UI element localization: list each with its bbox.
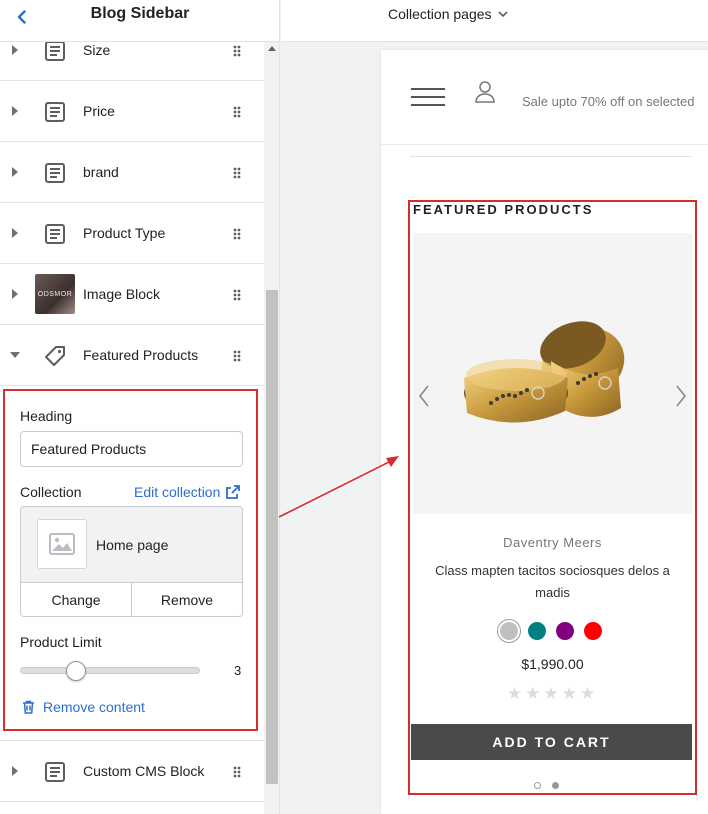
product-limit-value: 3 [234, 663, 242, 678]
collection-name: Home page [96, 537, 169, 553]
sidebar-item-label: Price [83, 103, 115, 119]
remove-content-link[interactable]: Remove content [22, 699, 145, 715]
heading-input[interactable]: Featured Products [20, 431, 243, 467]
page-type-label: Collection pages [388, 6, 492, 22]
chevron-right-icon[interactable] [10, 227, 20, 239]
drag-handle-icon[interactable] [232, 44, 242, 58]
sidebar-item-label: Product Type [83, 225, 166, 241]
trash-icon [23, 700, 34, 714]
swatch-red[interactable] [582, 620, 604, 642]
star-icon: ★ [525, 684, 544, 703]
star-icon: ★ [506, 684, 526, 703]
chevron-down-icon [497, 11, 508, 17]
text-block-icon [42, 221, 68, 247]
divider [410, 156, 692, 157]
swatch-teal[interactable] [526, 620, 548, 642]
page-type-select[interactable]: Collection pages [388, 6, 508, 22]
sidebar-item-featured-products[interactable]: Featured Products [0, 325, 264, 386]
text-block-icon [42, 759, 68, 785]
chevron-right-icon[interactable] [10, 166, 20, 178]
product-title[interactable]: Class mapten tacitos sociosques delos a … [410, 560, 695, 604]
color-swatches [498, 620, 604, 642]
preview-topbar: Collection pages [281, 0, 708, 42]
swatch-silver[interactable] [498, 620, 520, 642]
rings-illustration [464, 321, 625, 423]
sidebar-item-label: Featured Products [83, 347, 199, 363]
featured-products-section: FEATURED PRODUCTS Daventry Meers Class m… [408, 200, 697, 795]
heading-label: Heading [20, 408, 73, 424]
image-placeholder-icon [37, 519, 87, 569]
sidebar-item-brand[interactable]: brand [0, 142, 264, 203]
product-vendor: Daventry Meers [503, 535, 602, 550]
drag-handle-icon[interactable] [232, 105, 242, 119]
chevron-right-icon[interactable] [10, 105, 20, 117]
sidebar-item-custom-cms-block[interactable]: Custom CMS Block [0, 741, 264, 802]
external-link-icon [226, 485, 241, 499]
collection-card: Home page Change Remove [20, 506, 243, 617]
product-price: $1,990.00 [521, 656, 584, 672]
product-image[interactable] [413, 233, 692, 514]
sidebar-item-label: Image Block [83, 286, 161, 302]
slider-handle[interactable] [66, 661, 86, 681]
menu-icon[interactable] [411, 88, 445, 106]
remove-collection-button[interactable]: Remove [131, 583, 242, 616]
sidebar-item-price[interactable]: Price [0, 81, 264, 142]
image-thumbnail: ODSMOR [35, 274, 75, 314]
collection-actions: Change Remove [21, 582, 242, 616]
carousel-dot[interactable] [534, 782, 541, 789]
tag-icon [42, 343, 68, 369]
chevron-right-icon[interactable] [10, 44, 20, 56]
scroll-thumb[interactable] [266, 290, 278, 784]
remove-content-label: Remove content [43, 699, 145, 715]
chevron-right-icon[interactable] [10, 288, 20, 300]
sidebar-item-label: brand [83, 164, 119, 180]
section-list: Size Price brand Product Type ODSMOR Ima… [0, 20, 264, 802]
chevron-down-icon[interactable] [10, 349, 20, 361]
chevron-left-icon[interactable] [416, 384, 432, 408]
star-icon: ★ [561, 684, 580, 703]
carousel-dot[interactable] [552, 782, 559, 789]
user-icon[interactable] [474, 80, 496, 104]
change-collection-button[interactable]: Change [21, 583, 131, 616]
text-block-icon [42, 99, 68, 125]
promo-text: Sale upto 70% off on selected [522, 94, 695, 109]
product-limit-slider[interactable] [20, 661, 200, 681]
sidebar-item-label: Size [83, 42, 111, 58]
drag-handle-icon[interactable] [232, 166, 242, 180]
preview-canvas: Sale upto 70% off on selected FEATURED P… [281, 42, 708, 814]
star-icon: ★ [543, 684, 562, 703]
thumbnail-logo: ODSMOR [35, 274, 75, 314]
rating-stars: ★★★★★ [410, 684, 695, 704]
sidebar-header: Blog Sidebar [0, 0, 279, 42]
featured-products-settings: Heading Featured Products Collection Edi… [0, 386, 264, 741]
drag-handle-icon[interactable] [232, 349, 242, 363]
edit-collection-link[interactable]: Edit collection [134, 484, 241, 500]
chevron-right-icon[interactable] [10, 765, 20, 777]
drag-handle-icon[interactable] [232, 288, 242, 302]
store-header: Sale upto 70% off on selected [381, 50, 708, 145]
star-icon: ★ [579, 684, 599, 703]
drag-handle-icon[interactable] [232, 227, 242, 241]
slider-track[interactable] [20, 667, 200, 674]
text-block-icon [42, 160, 68, 186]
add-to-cart-button[interactable]: ADD TO CART [411, 724, 692, 760]
store-preview: Sale upto 70% off on selected FEATURED P… [381, 50, 708, 814]
collection-label: Collection [20, 484, 82, 500]
sidebar-scrollbar[interactable] [264, 42, 279, 814]
section-title: FEATURED PRODUCTS [413, 202, 594, 217]
swatch-purple[interactable] [554, 620, 576, 642]
scroll-up-arrow[interactable] [268, 46, 276, 51]
sidebar-item-image-block[interactable]: ODSMOR Image Block [0, 264, 264, 325]
sidebar-item-label: Custom CMS Block [83, 763, 205, 779]
chevron-right-icon[interactable] [673, 384, 689, 408]
drag-handle-icon[interactable] [232, 765, 242, 779]
carousel-dots [534, 782, 559, 789]
theme-sidebar: Size Price brand Product Type ODSMOR Ima… [0, 0, 280, 814]
sidebar-title: Blog Sidebar [90, 5, 190, 22]
sidebar-item-product-type[interactable]: Product Type [0, 203, 264, 264]
product-limit-label: Product Limit [20, 634, 102, 650]
edit-collection-label: Edit collection [134, 484, 221, 500]
